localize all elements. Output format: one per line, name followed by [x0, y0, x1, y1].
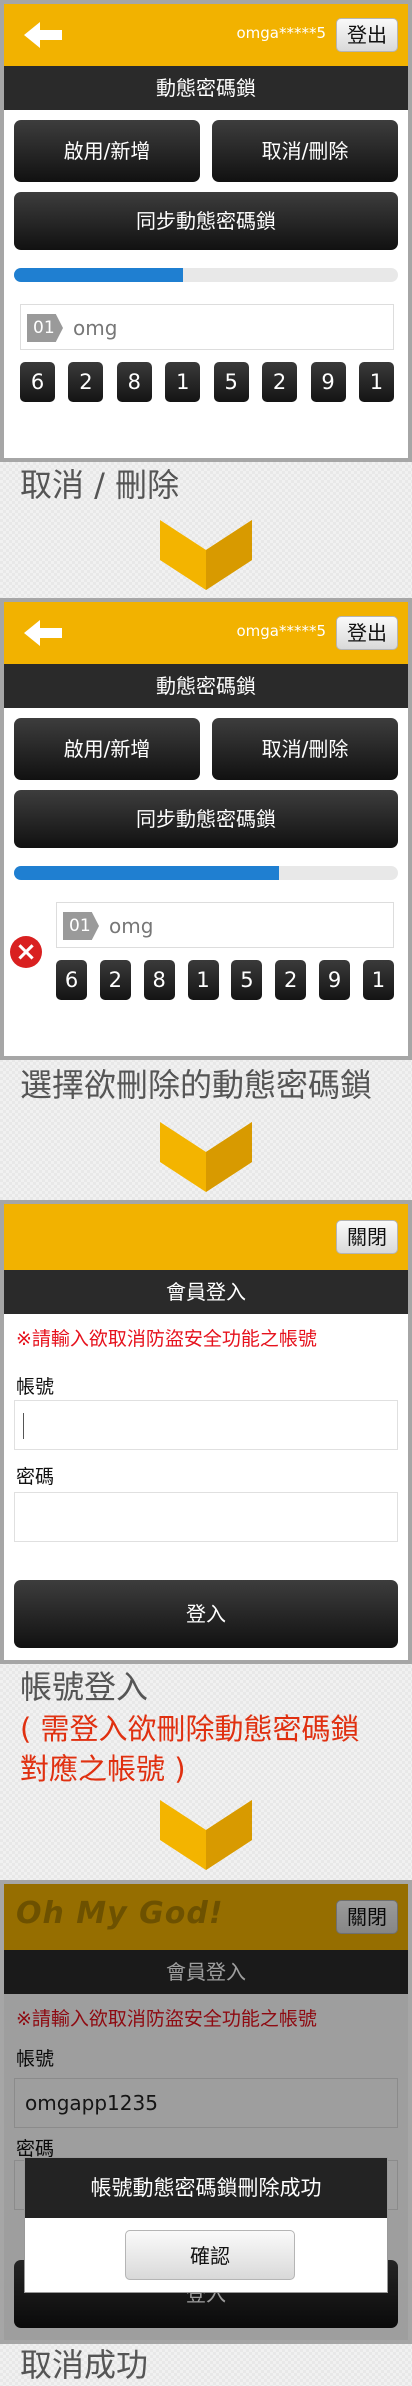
token-name: omg: [109, 914, 154, 938]
text-caret: [23, 1413, 24, 1439]
otp-digit: 8: [116, 362, 152, 402]
screen-select-token: omga*****5 登出 動態密碼鎖 啟用/新增 取消/刪除 同步動態密碼鎖 …: [0, 598, 412, 1060]
chevron-down-icon: [160, 1800, 252, 1870]
password-input[interactable]: [14, 1492, 398, 1542]
sync-button[interactable]: 同步動態密碼鎖: [14, 192, 398, 250]
otp-digit: 6: [20, 362, 55, 402]
success-dialog: 帳號動態密碼鎖刪除成功 確認: [24, 2157, 388, 2293]
enable-add-button[interactable]: 啟用/新增: [14, 120, 200, 182]
token-name: omg: [73, 316, 118, 340]
step-caption: 取消 / 刪除: [20, 466, 180, 504]
step-caption-line2: ( 需登入欲刪除動態密碼鎖: [20, 1712, 360, 1746]
account-input[interactable]: [14, 1400, 398, 1450]
progress-fill: [14, 866, 279, 880]
otp-digit: 2: [262, 362, 298, 402]
token-index: 01: [63, 912, 99, 940]
top-bar: omga*****5 登出: [4, 4, 408, 66]
screen-cancel-success: Oh My God! 關閉 會員登入 ※請輸入欲取消防盜安全功能之帳號 帳號 o…: [0, 1880, 412, 2344]
password-label: 密碼: [16, 1466, 55, 1488]
warning-text: ※請輸入欲取消防盜安全功能之帳號: [16, 1328, 317, 1350]
otp-digit: 9: [319, 960, 351, 1000]
enable-add-button[interactable]: 啟用/新增: [14, 718, 200, 780]
progress-fill: [14, 268, 183, 282]
screen-cancel-delete: omga*****5 登出 動態密碼鎖 啟用/新增 取消/刪除 同步動態密碼鎖 …: [0, 0, 412, 462]
chevron-down-icon: [160, 520, 252, 590]
back-arrow-icon[interactable]: [22, 20, 64, 50]
otp-digit: 2: [275, 960, 307, 1000]
cancel-delete-button[interactable]: 取消/刪除: [212, 718, 398, 780]
step-caption: 選擇欲刪除的動態密碼鎖: [20, 1066, 373, 1104]
step-caption: 取消成功: [20, 2346, 149, 2384]
cancel-delete-button[interactable]: 取消/刪除: [212, 120, 398, 182]
chevron-down-icon: [160, 1122, 252, 1192]
screen-member-login: 關閉 會員登入 ※請輸入欲取消防盜安全功能之帳號 帳號 密碼 登入: [0, 1200, 412, 1664]
confirm-button[interactable]: 確認: [125, 2230, 295, 2280]
page-title: 動態密碼鎖: [4, 66, 408, 110]
page-title: 會員登入: [4, 1270, 408, 1314]
logout-button[interactable]: 登出: [336, 616, 398, 650]
otp-digit: 1: [165, 362, 201, 402]
page-title: 動態密碼鎖: [4, 664, 408, 708]
otp-digit: 1: [362, 960, 394, 1000]
step-caption-line1: 帳號登入: [20, 1668, 149, 1706]
username-display: omga*****5: [236, 24, 326, 42]
otp-digits: 6 2 8 1 5 2 9 1: [20, 362, 394, 402]
top-bar: omga*****5 登出: [4, 602, 408, 664]
token-index: 01: [27, 314, 63, 342]
otp-digit: 2: [99, 960, 131, 1000]
otp-digit: 5: [213, 362, 249, 402]
logout-button[interactable]: 登出: [336, 18, 398, 52]
otp-digit: 1: [187, 960, 219, 1000]
otp-digit: 5: [231, 960, 263, 1000]
token-row[interactable]: 01 omg: [20, 304, 394, 350]
back-arrow-icon[interactable]: [22, 618, 64, 648]
otp-digits: 6 2 8 1 5 2 9 1: [56, 960, 394, 1000]
top-bar: 關閉: [4, 1204, 408, 1270]
account-label: 帳號: [16, 1376, 55, 1398]
otp-digit: 1: [358, 362, 394, 402]
otp-digit: 6: [56, 960, 87, 1000]
otp-digit: 9: [310, 362, 346, 402]
otp-timer-progress: [14, 866, 398, 880]
username-display: omga*****5: [236, 622, 326, 640]
sync-button[interactable]: 同步動態密碼鎖: [14, 790, 398, 848]
otp-digit: 8: [143, 960, 175, 1000]
step-caption-line3: 對應之帳號 ): [20, 1752, 186, 1786]
close-button[interactable]: 關閉: [336, 1220, 398, 1254]
login-button[interactable]: 登入: [14, 1580, 398, 1648]
dialog-message: 帳號動態密碼鎖刪除成功: [25, 2158, 387, 2218]
delete-x-icon[interactable]: ×: [10, 936, 42, 968]
token-row[interactable]: 01 omg: [56, 902, 394, 948]
otp-timer-progress: [14, 268, 398, 282]
otp-digit: 2: [68, 362, 104, 402]
